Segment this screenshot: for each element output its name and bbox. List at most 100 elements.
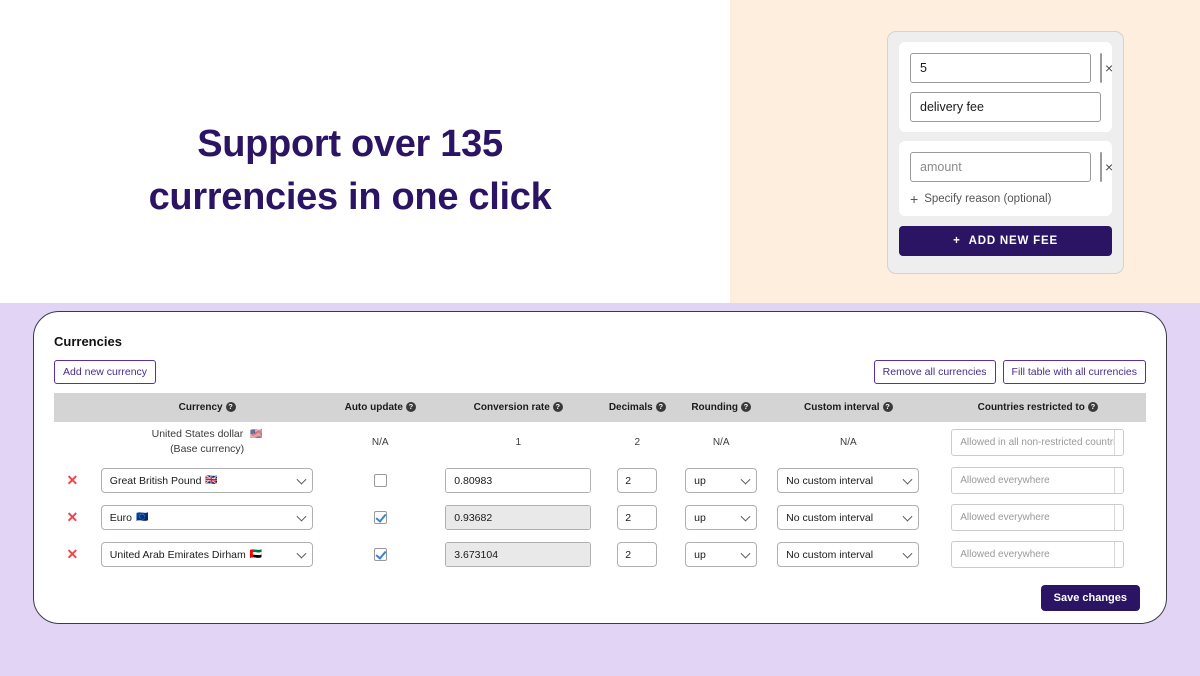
auto-update-checkbox[interactable]: [373, 510, 387, 524]
add-new-fee-button[interactable]: + ADD NEW FEE: [899, 226, 1112, 256]
base-auto-update: N/A: [371, 436, 389, 448]
fee-group-2: % $ × + Specify reason (optional): [899, 141, 1113, 216]
fee-unit-percent-1[interactable]: %: [1101, 54, 1102, 82]
add-new-currency-button[interactable]: Add new currency: [54, 360, 157, 384]
table-header-row: Currency? Auto update? Conversion rate? …: [54, 393, 1146, 422]
page-title: Support over 135 currencies in one click: [0, 118, 700, 224]
conversion-rate-input[interactable]: [446, 543, 591, 566]
specify-reason-label: Specify reason (optional): [924, 193, 1052, 205]
fill-table-with-all-currencies-button[interactable]: Fill table with all currencies: [1002, 360, 1146, 384]
currencies-title: Currencies: [54, 334, 122, 349]
decimals-input[interactable]: [617, 468, 658, 493]
help-icon[interactable]: ?: [740, 402, 751, 412]
help-icon[interactable]: ?: [655, 402, 666, 412]
countries-cell: [929, 462, 1146, 499]
column-header-custom-interval: Custom interval?: [767, 393, 930, 422]
decimals-input[interactable]: [617, 505, 658, 530]
currency-select[interactable]: Euro 🇪🇺: [100, 505, 314, 530]
chevron-down-icon: [740, 474, 751, 485]
rounding-select[interactable]: up: [685, 542, 758, 567]
custom-interval-cell: No custom interval: [767, 536, 929, 573]
remove-all-currencies-button[interactable]: Remove all currencies: [873, 360, 996, 384]
currency-cell: United Arab Emirates Dirham 🇦🇪: [91, 536, 324, 573]
help-icon[interactable]: ?: [1087, 402, 1098, 412]
remove-fee-icon-1[interactable]: ×: [1105, 60, 1113, 76]
decimals-input[interactable]: [617, 542, 658, 567]
base-conversion-rate: 1: [515, 436, 522, 448]
fee-name-input-1[interactable]: [910, 92, 1101, 122]
save-changes-button[interactable]: Save changes: [1040, 585, 1140, 611]
flag-icon-us: 🇺🇸: [250, 429, 263, 440]
custom-interval-cell: No custom interval: [767, 462, 929, 499]
conversion-rate-cell: + fees: [437, 536, 599, 573]
auto-update-checkbox[interactable]: [373, 547, 387, 561]
specify-reason-link[interactable]: + Specify reason (optional): [910, 192, 1101, 206]
auto-update-cell: [323, 499, 437, 536]
remove-fee-icon-2[interactable]: ×: [1105, 159, 1113, 175]
help-icon[interactable]: ?: [552, 402, 563, 412]
chevron-down-icon: [740, 511, 751, 522]
custom-interval-select[interactable]: No custom interval: [777, 542, 920, 567]
decimals-cell: [599, 462, 675, 499]
chevron-down-icon: [903, 548, 913, 559]
countries-input[interactable]: [951, 504, 1125, 531]
auto-update-checkbox[interactable]: [373, 473, 387, 487]
currencies-toolbar: Add new currency Remove all currencies F…: [54, 360, 1146, 384]
flag-icon-ae: 🇦🇪: [249, 549, 263, 560]
fee-unit-percent-2[interactable]: %: [1101, 153, 1102, 181]
custom-interval-select[interactable]: No custom interval: [777, 468, 920, 493]
column-label: Auto update: [344, 402, 403, 413]
currency-select-label: United Arab Emirates Dirham: [109, 548, 246, 561]
base-countries-cell: [929, 422, 1146, 462]
fee-unit-toggle-2[interactable]: % $: [1100, 152, 1102, 182]
rounding-select[interactable]: up: [685, 468, 758, 493]
help-icon[interactable]: ?: [225, 402, 236, 412]
custom-interval-select[interactable]: No custom interval: [777, 505, 920, 530]
fee-amount-input-2[interactable]: [910, 152, 1091, 182]
currency-select-wrap: United Arab Emirates Dirham 🇦🇪: [93, 542, 322, 567]
currency-select-wrap: Euro 🇪🇺: [93, 505, 322, 530]
table-body: United States dollar 🇺🇸 (Base currency) …: [54, 422, 1146, 573]
remove-currency-cell: ✕: [54, 462, 91, 499]
column-label: Decimals: [608, 402, 653, 413]
base-countries-input[interactable]: [951, 428, 1125, 456]
conversion-rate-cell: + fees: [437, 499, 599, 536]
countries-input[interactable]: [951, 467, 1125, 494]
rounding-select-wrap: up: [677, 542, 765, 567]
remove-currency-icon[interactable]: ✕: [67, 509, 79, 525]
fee-unit-toggle-1[interactable]: % $: [1100, 53, 1102, 83]
fee-group-1: % $ ×: [899, 42, 1113, 132]
column-label: Countries restricted to: [977, 402, 1085, 413]
base-currency-cell: United States dollar 🇺🇸 (Base currency): [91, 422, 324, 462]
base-currency-name-line: United States dollar 🇺🇸: [93, 427, 322, 442]
conversion-rate-input[interactable]: [446, 506, 591, 529]
remove-currency-icon[interactable]: ✕: [67, 546, 79, 562]
rounding-cell: up: [675, 462, 767, 499]
rounding-select[interactable]: up: [685, 505, 758, 530]
remove-currency-cell: ✕: [54, 499, 91, 536]
help-icon[interactable]: ?: [882, 402, 893, 412]
column-header-currency: Currency?: [90, 393, 324, 422]
chevron-down-icon: [297, 548, 307, 559]
currency-select-wrap: Great British Pound 🇬🇧: [93, 468, 322, 493]
table-row-base-currency: United States dollar 🇺🇸 (Base currency) …: [54, 422, 1146, 462]
flag-icon-eu: 🇪🇺: [135, 512, 149, 523]
chevron-down-icon: [903, 474, 913, 485]
decimals-cell: [599, 499, 675, 536]
countries-cell: [929, 499, 1146, 536]
base-remove-cell: [54, 422, 91, 462]
plus-icon: +: [910, 191, 919, 207]
help-icon[interactable]: ?: [405, 402, 416, 412]
decimals-cell: [599, 536, 675, 573]
fee-amount-input-1[interactable]: [910, 53, 1091, 83]
rounding-select-label: up: [694, 474, 706, 487]
countries-input[interactable]: [951, 541, 1125, 568]
currency-cell: Euro 🇪🇺: [91, 499, 324, 536]
toolbar-right-group: Remove all currencies Fill table with al…: [873, 360, 1146, 384]
rounding-cell: up: [675, 536, 767, 573]
remove-currency-icon[interactable]: ✕: [67, 472, 79, 488]
custom-interval-label: No custom interval: [786, 474, 874, 487]
conversion-rate-input[interactable]: [446, 469, 591, 492]
currency-select[interactable]: Great British Pound 🇬🇧: [100, 468, 314, 493]
currency-select[interactable]: United Arab Emirates Dirham 🇦🇪: [100, 542, 314, 567]
